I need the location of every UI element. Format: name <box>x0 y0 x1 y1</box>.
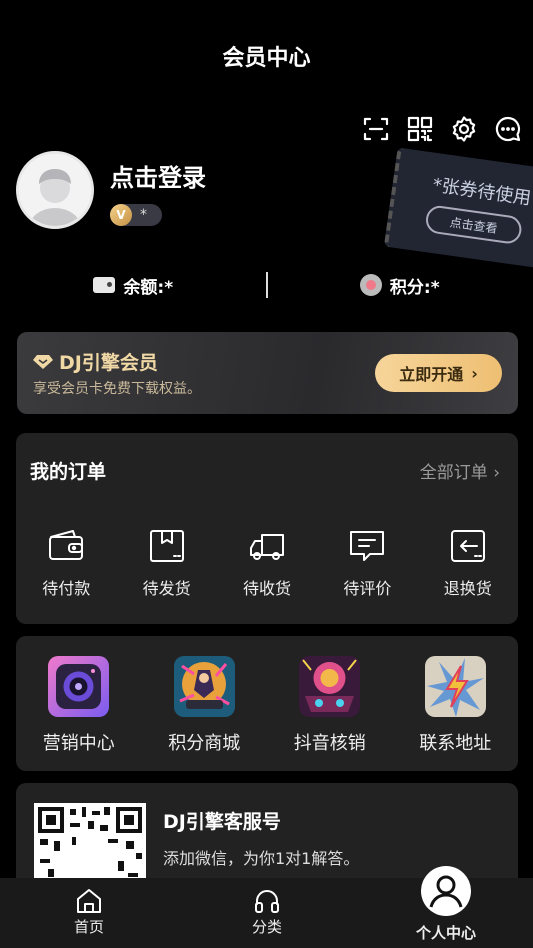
login-link[interactable]: 点击登录 <box>110 158 206 193</box>
vip-level-value: * <box>140 207 147 223</box>
stats-divider <box>266 272 268 298</box>
tool-points-mall[interactable]: 积分商城 <box>142 636 268 771</box>
home-icon <box>77 889 101 913</box>
all-orders-link[interactable]: 全部订单 › <box>420 458 500 483</box>
service-title: DJ引擎客服号 <box>163 811 281 833</box>
order-label: 待评价 <box>343 579 392 598</box>
package-icon <box>149 530 184 562</box>
bottom-tab-bar: 首页 分类 个人中心 <box>0 866 533 948</box>
vip-coin-icon: V <box>110 204 132 226</box>
speaker-app-icon <box>48 656 110 717</box>
message-icon[interactable] <box>493 114 523 144</box>
dj-console-art-icon <box>299 656 361 717</box>
tab-label: 个人中心 <box>415 924 476 942</box>
tool-label: 积分商城 <box>168 733 241 754</box>
points-label: 积分:* <box>389 277 440 298</box>
order-pending-review[interactable]: 待评价 <box>317 529 417 599</box>
open-vip-button-label: 立即开通 <box>399 365 464 384</box>
vip-card-title: DJ引擎会员 <box>59 352 158 374</box>
tab-home[interactable]: 首页 <box>29 888 149 937</box>
tool-label: 抖音核销 <box>293 733 366 754</box>
top-icon-bar <box>361 114 523 144</box>
page-title: 会员中心 <box>222 46 311 71</box>
qrcode-icon[interactable] <box>405 114 435 144</box>
order-status-row: 待付款 待发货 待收货 待评价 退换货 <box>16 529 518 599</box>
vip-card-subtitle: 享受会员卡免费下载权益。 <box>33 381 201 397</box>
tool-douyin-verify[interactable]: 抖音核销 <box>267 636 393 771</box>
open-vip-button[interactable]: 立即开通 › <box>375 354 502 392</box>
vip-card-title-row: DJ引擎会员 <box>33 348 158 375</box>
tool-contact-address[interactable]: 联系地址 <box>393 636 519 771</box>
diamond-icon <box>33 354 53 369</box>
orders-card: 我的订单 全部订单 › 待付款 待发货 待收货 待评价 退换货 <box>16 433 518 624</box>
tab-label: 首页 <box>73 918 104 936</box>
wallet-icon <box>49 530 84 560</box>
tool-label: 联系地址 <box>419 733 492 754</box>
all-orders-label: 全部订单 <box>419 463 488 483</box>
orders-title: 我的订单 <box>30 461 107 483</box>
header: 会员中心 <box>0 0 533 110</box>
tool-label: 营销中心 <box>42 733 115 754</box>
tools-card: 营销中心 积分商城 抖音核销 联系地址 <box>16 636 518 771</box>
avatar[interactable] <box>16 151 94 229</box>
tool-marketing-center[interactable]: 营销中心 <box>16 636 142 771</box>
order-pending-shipment[interactable]: 待发货 <box>116 529 216 599</box>
order-pending-payment[interactable]: 待付款 <box>16 529 116 599</box>
vip-membership-card: DJ引擎会员 享受会员卡免费下载权益。 立即开通 › <box>17 332 518 414</box>
order-returns[interactable]: 退换货 <box>418 529 518 599</box>
tab-category[interactable]: 分类 <box>207 888 327 937</box>
order-label: 待发货 <box>142 579 191 598</box>
points-icon <box>359 274 382 296</box>
balance-stat[interactable]: 余额:* <box>0 273 267 298</box>
order-label: 待付款 <box>42 579 91 598</box>
gear-icon[interactable] <box>449 114 479 144</box>
order-label: 退换货 <box>443 579 492 598</box>
chevron-right-icon: › <box>493 463 500 483</box>
points-stat[interactable]: 积分:* <box>267 273 533 298</box>
coupon-view-button[interactable]: 点击查看 <box>424 204 524 246</box>
truck-icon <box>249 534 284 560</box>
scan-icon[interactable] <box>361 114 391 144</box>
dj-art-icon <box>173 656 235 717</box>
tab-profile[interactable]: 个人中心 <box>386 866 506 943</box>
user-icon <box>421 866 471 916</box>
coupon-title: *张券待使用 <box>431 174 533 210</box>
headphones-icon <box>255 890 279 913</box>
comment-icon <box>350 531 385 561</box>
stats-row: 余额:* 积分:* <box>0 268 533 302</box>
balance-label: 余额:* <box>123 277 174 298</box>
coupon-ticket[interactable]: *张券待使用 点击查看 <box>383 147 533 269</box>
order-pending-receipt[interactable]: 待收货 <box>217 529 317 599</box>
service-subtitle: 添加微信，为你1对1解答。 <box>163 849 360 868</box>
order-label: 待收货 <box>242 579 291 598</box>
vip-level-badge: V * <box>110 204 162 226</box>
chevron-right-icon: › <box>471 363 478 383</box>
lightning-art-icon <box>424 656 486 717</box>
return-icon <box>450 530 485 562</box>
balance-icon <box>93 277 116 293</box>
tab-label: 分类 <box>251 918 282 936</box>
